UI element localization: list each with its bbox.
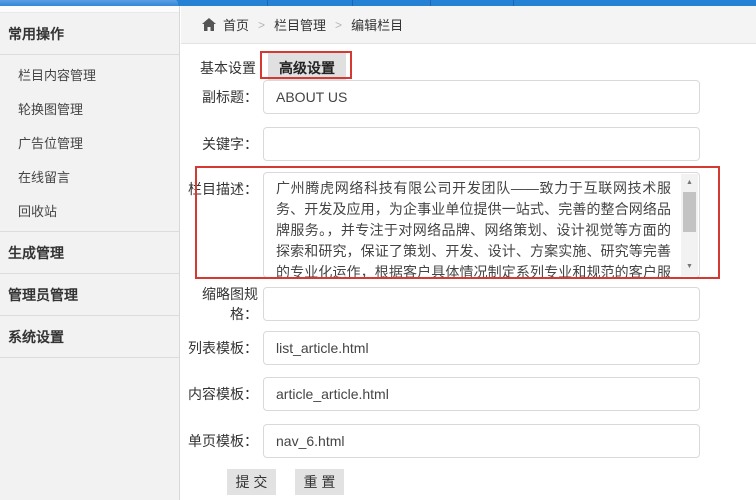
scroll-up-icon[interactable]: ▲	[681, 176, 698, 190]
tab-advanced-settings[interactable]: 高级设置	[268, 53, 346, 83]
form-row-page-template: 单页模板：	[181, 424, 756, 458]
scroll-down-icon[interactable]: ▼	[681, 260, 698, 274]
scrollbar-thumb[interactable]	[683, 192, 696, 232]
breadcrumb: 首页 > 栏目管理 > 编辑栏目	[181, 6, 756, 44]
subtitle-input[interactable]	[263, 80, 700, 114]
sidebar-item-ad-slots[interactable]: 广告位管理	[0, 125, 179, 159]
thumbnail-spec-label: 缩略图规格：	[181, 284, 258, 324]
thumbnail-spec-input[interactable]	[263, 287, 700, 321]
form-row-content-template: 内容模板：	[181, 377, 756, 411]
tab-bar: 基本设置 高级设置	[200, 53, 346, 83]
page-template-label: 单页模板：	[181, 431, 258, 451]
breadcrumb-separator: >	[258, 18, 265, 32]
content-template-label: 内容模板：	[181, 384, 258, 404]
content-template-input[interactable]	[263, 377, 700, 411]
sidebar-item-carousel[interactable]: 轮换图管理	[0, 91, 179, 125]
subtitle-label: 副标题：	[181, 87, 258, 107]
page-template-input[interactable]	[263, 424, 700, 458]
breadcrumb-edit-column: 编辑栏目	[351, 15, 403, 34]
form-buttons: 提 交 重 置	[181, 469, 756, 495]
sidebar-top-strip	[0, 6, 179, 13]
breadcrumb-separator: >	[335, 18, 342, 32]
sidebar-item-group: 栏目内容管理 轮换图管理 广告位管理 在线留言 回收站	[0, 55, 179, 232]
submit-button[interactable]: 提 交	[227, 469, 276, 495]
description-text: 广州腾虎网络科技有限公司开发团队——致力于互联网技术服务、开发及应用，为企事业单…	[276, 178, 671, 278]
sidebar-item-recycle-bin[interactable]: 回收站	[0, 193, 179, 227]
sidebar-section-system-settings[interactable]: 系统设置	[0, 316, 179, 358]
form-row-list-template: 列表模板：	[181, 331, 756, 365]
sidebar-section-common-operations[interactable]: 常用操作	[0, 13, 179, 55]
sidebar-section-admin[interactable]: 管理员管理	[0, 274, 179, 316]
form-row-thumbnail-spec: 缩略图规格：	[181, 284, 756, 324]
breadcrumb-home[interactable]: 首页	[223, 15, 249, 34]
form-row-description: 栏目描述： 广州腾虎网络科技有限公司开发团队——致力于互联网技术服务、开发及应用…	[181, 172, 756, 278]
textarea-scrollbar[interactable]: ▲ ▼	[681, 174, 698, 276]
form-row-subtitle: 副标题：	[181, 80, 756, 114]
tab-basic-settings[interactable]: 基本设置	[200, 53, 256, 83]
edit-column-form: 副标题： 关键字： 栏目描述： 广州腾虎网络科技有限公司开发团队——致力于互联网…	[181, 80, 756, 495]
home-icon	[202, 18, 216, 31]
description-textarea[interactable]: 广州腾虎网络科技有限公司开发团队——致力于互联网技术服务、开发及应用，为企事业单…	[263, 172, 700, 278]
description-label: 栏目描述：	[181, 172, 258, 199]
form-row-keywords: 关键字：	[181, 127, 756, 161]
keywords-input[interactable]	[263, 127, 700, 161]
list-template-input[interactable]	[263, 331, 700, 365]
keywords-label: 关键字：	[181, 134, 258, 154]
breadcrumb-column-management[interactable]: 栏目管理	[274, 15, 326, 34]
main-content: 首页 > 栏目管理 > 编辑栏目 基本设置 高级设置 副标题： 关键字： 栏目描…	[181, 6, 756, 500]
sidebar-section-generation[interactable]: 生成管理	[0, 232, 179, 274]
sidebar: 常用操作 栏目内容管理 轮换图管理 广告位管理 在线留言 回收站 生成管理 管理…	[0, 6, 180, 500]
sidebar-item-online-messages[interactable]: 在线留言	[0, 159, 179, 193]
list-template-label: 列表模板：	[181, 338, 258, 358]
reset-button[interactable]: 重 置	[295, 469, 344, 495]
sidebar-item-column-content[interactable]: 栏目内容管理	[0, 57, 179, 91]
